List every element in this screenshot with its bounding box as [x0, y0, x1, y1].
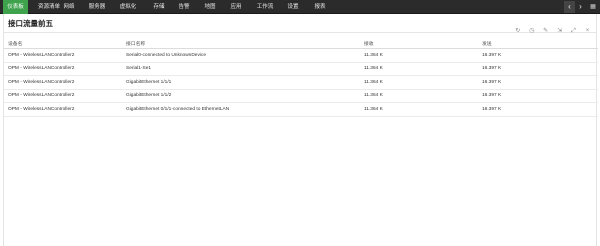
interface-name-cell: GigabitEthernet 1/1/1 [126, 79, 172, 85]
device-name-cell: OPM - WirelessLANController2 [8, 106, 75, 112]
tab-storage[interactable]: 存储 [150, 0, 168, 14]
edit-icon[interactable]: ✎ [541, 27, 550, 36]
interface-name-cell: GigabitEthernet 0/1/1-connected to Ether… [126, 106, 230, 112]
interface-name-cell: Serial0-connected to UnknownDevice [126, 52, 206, 58]
column-header-device[interactable]: 设备名 [8, 38, 126, 48]
interface-name-cell: GigabitEthernet 1/1/2 [126, 93, 172, 99]
clock-icon[interactable]: ◷ [527, 27, 536, 36]
widget-toolbar: ↻ ◷ ✎ ⇲ ⤢ × [513, 19, 592, 34]
top-navigation-bar: 仪表板 资源清单 网络 服务器 虚拟化 存储 告警 地图 应用 工作流 设置 报… [0, 0, 600, 14]
column-header-interface[interactable]: 接口名称 [126, 38, 362, 48]
close-icon[interactable]: × [583, 27, 592, 36]
tab-reports[interactable]: 报表 [311, 0, 329, 14]
tx-cell: 16.397 K [482, 52, 502, 58]
grid-menu-icon[interactable]: ▦ [588, 2, 598, 12]
chevron-left-icon[interactable]: ‹ [564, 1, 575, 13]
column-header-rx[interactable]: 接收 [364, 38, 482, 48]
rx-cell: 11.364 K [364, 106, 383, 112]
tx-cell: 16.397 K [482, 93, 502, 99]
widget-header: 接口流量前五 ↻ ◷ ✎ ⇲ ⤢ × [4, 14, 596, 34]
rx-cell: 11.364 K [364, 66, 383, 72]
expand-icon[interactable]: ⤢ [569, 27, 578, 36]
table-row[interactable]: OPM - WirelessLANController2 Serial0-con… [4, 49, 598, 63]
rx-cell: 11.364 K [364, 52, 383, 58]
table-row[interactable]: OPM - WirelessLANController2 GigabitEthe… [4, 90, 598, 103]
tab-virtualization[interactable]: 虚拟化 [117, 0, 139, 14]
device-name-cell: OPM - WirelessLANController2 [8, 52, 75, 58]
tab-inventory[interactable]: 资源清单 [35, 0, 63, 14]
tab-workflow[interactable]: 工作流 [254, 0, 276, 14]
rx-cell: 11.364 K [364, 79, 383, 85]
widget-title: 接口流量前五 [8, 19, 53, 28]
device-name-cell: OPM - WirelessLANController2 [8, 66, 75, 72]
tab-scroll-controls: ‹ › [564, 1, 586, 13]
tx-cell: 16.397 K [482, 66, 502, 72]
device-name-cell: OPM - WirelessLANController2 [8, 93, 75, 99]
tx-cell: 16.397 K [482, 106, 502, 112]
tab-apps[interactable]: 应用 [227, 0, 245, 14]
tab-alarms[interactable]: 告警 [175, 0, 193, 14]
interface-traffic-table: 设备名 接口名称 接收 发送 OPM - WirelessLANControll… [4, 38, 598, 117]
tx-cell: 16.397 K [482, 79, 502, 85]
tab-dashboard[interactable]: 仪表板 [3, 0, 28, 14]
interface-name-cell: Serial1-Se1 [126, 66, 152, 72]
widget-panel: 接口流量前五 ↻ ◷ ✎ ⇲ ⤢ × 设备名 接口名称 接收 发送 OPM - … [3, 14, 598, 246]
chevron-right-icon[interactable]: › [575, 1, 586, 13]
rx-cell: 11.364 K [364, 93, 383, 99]
refresh-icon[interactable]: ↻ [513, 27, 522, 36]
tab-network[interactable]: 网络 [60, 0, 78, 14]
tab-maps[interactable]: 地图 [201, 0, 219, 14]
table-header-row: 设备名 接口名称 接收 发送 [4, 38, 598, 49]
column-header-tx[interactable]: 发送 [482, 38, 594, 48]
table-row[interactable]: OPM - WirelessLANController2 GigabitEthe… [4, 103, 598, 117]
export-icon[interactable]: ⇲ [555, 27, 564, 36]
table-row[interactable]: OPM - WirelessLANController2 GigabitEthe… [4, 76, 598, 90]
tab-servers[interactable]: 服务器 [86, 0, 108, 14]
table-row[interactable]: OPM - WirelessLANController2 Serial1-Se1… [4, 63, 598, 76]
device-name-cell: OPM - WirelessLANController2 [8, 79, 75, 85]
tab-settings[interactable]: 设置 [284, 0, 302, 14]
